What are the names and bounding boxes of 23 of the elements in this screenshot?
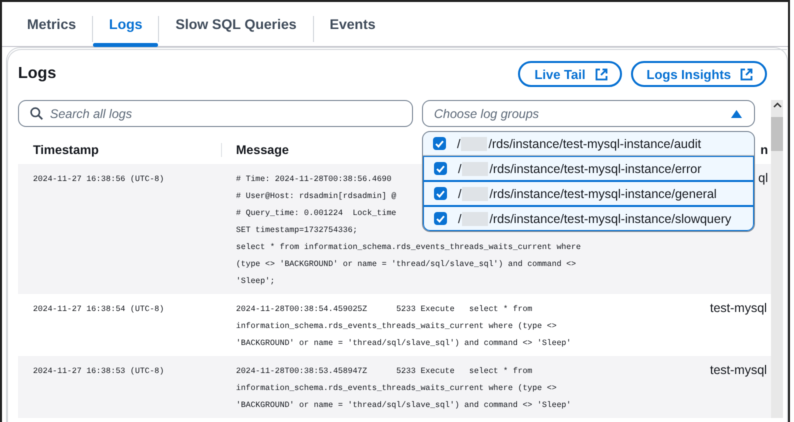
message-line: 2024-11-28T00:38:54.459025Z 5233 Execute select * from — [236, 305, 532, 314]
message-line: 2024-11-28T00:38:53.458947Z 5233 Execute select * from — [236, 367, 532, 376]
message-line: # Query_time: 0.001224 Lock_time — [236, 209, 396, 218]
table-cell: ql — [758, 171, 768, 185]
message-line: select * from information_schema.rds_events_threads_waits_current where — [236, 243, 581, 252]
message-line: 'BACKGROUND' or name = 'thread/sql/slave_sql') and command <> 'Sleep' — [236, 401, 572, 410]
message-line: SET timestamp=1732754336; — [236, 226, 358, 235]
option-prefix: / — [458, 186, 462, 200]
table-cell: test-mysql — [710, 363, 767, 377]
message-line: 'BACKGROUND' or name = 'thread/sql/slave_sql') and command <> 'Sleep' — [236, 339, 572, 348]
message-line: # Time: 2024-11-28T00:38:56.4690 — [236, 175, 392, 184]
message-line: information_schema.rds_events_threads_waits_current where (type <> — [236, 384, 557, 393]
option-prefix: / — [458, 162, 462, 176]
timestamp-cell-text: 2024-11-27 16:38:54 (UTC-8) — [32, 305, 164, 314]
message-line: information_schema.rds_events_threads_waits_current where (type <> — [236, 322, 557, 331]
panel-title: Logs — [18, 65, 56, 83]
timestamp-cell-text: 2024-11-27 16:38:56 (UTC-8) — [32, 175, 164, 184]
message-line: # User@Host: rdsadmin[rdsadmin] @ — [236, 192, 396, 201]
message-line: (type <> 'BACKGROUND' or name = 'thread/sql/slave_sql') and command <> — [236, 260, 576, 269]
table-cell: test-mysql — [710, 301, 767, 315]
option-prefix: / — [458, 212, 462, 226]
timestamp-cell-text: 2024-11-27 16:38:53 (UTC-8) — [32, 367, 164, 376]
message-line: 'Sleep'; — [236, 277, 275, 286]
